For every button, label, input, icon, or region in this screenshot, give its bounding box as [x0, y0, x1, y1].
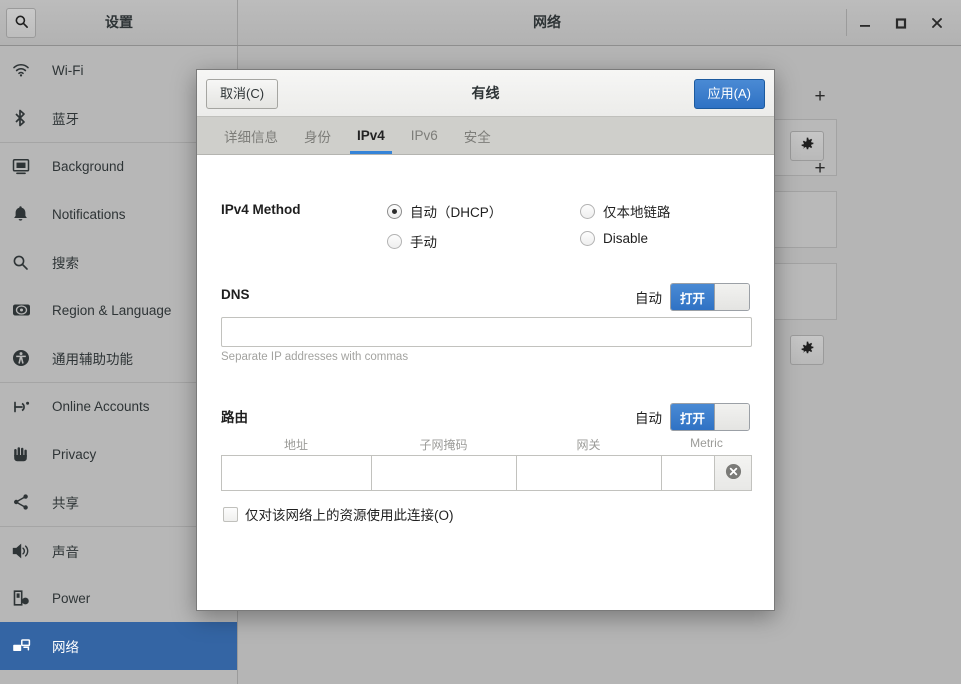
radio-manual[interactable]: 手动 [387, 231, 437, 251]
tab-ipv6[interactable]: IPv6 [398, 117, 451, 154]
ipv4-method-label: IPv4 Method [221, 202, 301, 217]
search-icon [12, 250, 42, 274]
radio-label: 仅本地链路 [603, 205, 671, 220]
wifi-icon [12, 58, 42, 82]
gear-icon [800, 341, 815, 359]
sidebar-item-label: 蓝牙 [52, 112, 79, 127]
routes-auto-label: 自动 [635, 411, 662, 426]
column-header-netmask: 子网掩码 [419, 438, 468, 452]
dialog-headerbar: 取消(C) 有线 应用(A) [197, 70, 774, 117]
share-icon [12, 490, 42, 514]
sidebar-headerbar: 设置 [0, 0, 238, 45]
sidebar-item-label: 声音 [52, 544, 79, 560]
sidebar-item-label: 通用辅助功能 [52, 352, 133, 367]
settings-window: 设置 网络 Wi-Fi 蓝牙 Background Notifications … [0, 0, 961, 684]
apply-button[interactable]: 应用(A) [693, 79, 765, 109]
wired-connection-dialog: 取消(C) 有线 应用(A) 详细信息 身份 IPv4 IPv6 安全 IPv4… [196, 69, 775, 611]
route-gateway-input[interactable] [516, 455, 661, 491]
restrict-connection-checkbox-row[interactable]: 仅对该网络上的资源使用此连接(O) [223, 504, 454, 524]
globe-icon [12, 298, 42, 322]
close-icon [930, 16, 944, 30]
switch-on-label: 打开 [671, 404, 715, 430]
minimize-icon [858, 16, 872, 30]
sidebar-item-label: Power [52, 590, 91, 606]
route-metric-input[interactable] [661, 455, 714, 491]
radio-label: Disable [603, 231, 649, 246]
routes-label: 路由 [221, 410, 248, 425]
tab-ipv4[interactable]: IPv4 [344, 117, 398, 154]
network-icon [12, 634, 42, 658]
checkbox-indicator [223, 506, 238, 522]
dns-auto-label: 自动 [635, 291, 662, 306]
table-row [221, 455, 752, 491]
sidebar-item-label: Privacy [52, 446, 97, 462]
dns-input[interactable] [221, 317, 752, 347]
dialog-tabs: 详细信息 身份 IPv4 IPv6 安全 [197, 117, 774, 155]
sidebar-item-label: Region & Language [52, 302, 172, 318]
sidebar-item-label: 网络 [52, 640, 79, 655]
radio-indicator [580, 203, 595, 219]
sound-icon [12, 539, 42, 563]
routes-auto-toggle-group: 自动 打开 [635, 403, 750, 431]
bell-icon [12, 202, 42, 226]
page-title: 网络 [533, 14, 561, 30]
radio-automatic-dhcp[interactable]: 自动（DHCP） [387, 201, 502, 221]
dns-label: DNS [221, 287, 250, 302]
radio-indicator [387, 203, 402, 219]
sidebar-item-label: Background [52, 159, 125, 174]
routes-table-header: 地址 子网掩码 网关 Metric [221, 436, 752, 453]
route-netmask-input[interactable] [371, 455, 516, 491]
sidebar-item-label: Online Accounts [52, 399, 150, 414]
column-header-metric: Metric [690, 436, 723, 450]
dialog-title: 有线 [471, 85, 500, 101]
connection-settings-button-1[interactable] [790, 131, 824, 161]
add-connection-button-1[interactable]: + [810, 86, 830, 106]
radio-indicator [580, 231, 595, 246]
power-icon [12, 586, 42, 610]
routes-auto-switch[interactable]: 打开 [670, 403, 750, 431]
ipv4-panel: IPv4 Method 自动（DHCP） 手动 仅本地链路 Disable DN… [197, 155, 774, 610]
accessibility-icon [12, 346, 42, 370]
add-connection-button-2[interactable]: + [810, 158, 830, 178]
radio-link-local-only[interactable]: 仅本地链路 [580, 201, 671, 221]
switch-off-track [715, 404, 749, 430]
bluetooth-icon [12, 106, 42, 130]
close-button[interactable] [919, 0, 955, 45]
sidebar-item-network[interactable]: 网络 [0, 622, 237, 670]
restrict-connection-label: 仅对该网络上的资源使用此连接(O) [245, 508, 454, 523]
route-delete-button[interactable] [714, 455, 752, 491]
radio-indicator [387, 233, 402, 249]
tab-details[interactable]: 详细信息 [211, 117, 291, 154]
route-address-input[interactable] [221, 455, 371, 491]
dns-auto-toggle-group: 自动 打开 [635, 283, 750, 311]
switch-on-label: 打开 [671, 284, 715, 310]
minimize-button[interactable] [847, 0, 883, 45]
radio-disable[interactable]: Disable [580, 231, 648, 246]
window-controls [847, 0, 961, 45]
column-header-address: 地址 [283, 438, 308, 452]
settings-title: 设置 [105, 14, 133, 30]
online-accounts-icon [12, 395, 42, 419]
dns-auto-switch[interactable]: 打开 [670, 283, 750, 311]
maximize-icon [894, 16, 908, 30]
connection-settings-button-2[interactable] [790, 335, 824, 365]
privacy-hand-icon [12, 442, 42, 466]
dns-hint: Separate IP addresses with commas [221, 351, 409, 363]
sidebar-item-label: 搜索 [52, 256, 79, 271]
tab-security[interactable]: 安全 [451, 117, 504, 154]
tab-identity[interactable]: 身份 [291, 117, 344, 154]
gear-icon [800, 137, 815, 155]
radio-label: 自动（DHCP） [410, 205, 503, 220]
radio-label: 手动 [410, 235, 437, 250]
sidebar-item-label: Wi-Fi [52, 62, 84, 78]
window-headerbar: 设置 网络 [0, 0, 961, 46]
background-icon [12, 155, 42, 179]
remove-circle-icon [725, 463, 742, 483]
sidebar-item-label: Notifications [52, 206, 126, 222]
switch-off-track [715, 284, 749, 310]
sidebar-item-label: 共享 [52, 496, 79, 511]
column-header-gateway: 网关 [576, 438, 601, 452]
maximize-button[interactable] [883, 0, 919, 45]
